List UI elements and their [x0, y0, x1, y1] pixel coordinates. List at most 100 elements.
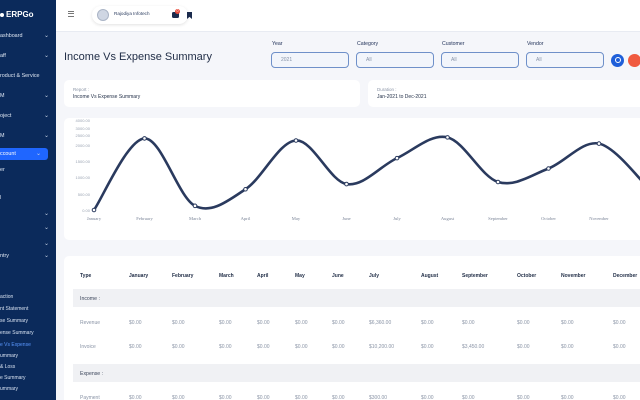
- vendor-select[interactable]: All: [526, 52, 604, 68]
- chevron-down-icon: ⌄: [43, 241, 49, 247]
- sidebar-item-project[interactable]: oject ⌄: [0, 110, 56, 122]
- data-point[interactable]: [445, 135, 450, 140]
- table-header-cell: February: [172, 273, 194, 279]
- topbar: Rajodiya Infotech 0: [56, 0, 640, 32]
- table-cell: $0.00: [257, 395, 270, 400]
- sidebar-item-dashboard[interactable]: ashboard ⌄: [0, 30, 56, 42]
- sidebar-item-product-service[interactable]: roduct & Service: [0, 70, 56, 82]
- table-cell: $6,360.00: [369, 320, 392, 326]
- table-header-cell: May: [295, 273, 305, 279]
- table-header-cell: September: [462, 273, 488, 279]
- data-point[interactable]: [192, 203, 198, 209]
- sidebar-item-hrm[interactable]: M ⌄: [0, 130, 56, 142]
- bookmark-icon[interactable]: [187, 12, 192, 19]
- sidebar-subitem-account-statement[interactable]: nt Statement: [0, 304, 56, 314]
- table-header-cell: January: [129, 273, 149, 279]
- table-cell: $0.00: [172, 344, 185, 350]
- table-cell: $300.00: [369, 395, 388, 400]
- year-select[interactable]: 2021: [271, 52, 349, 68]
- table-header-cell: July: [369, 273, 380, 279]
- sidebar-item-label: oject: [0, 113, 12, 119]
- logo-icon: [0, 12, 4, 17]
- sidebar-subitem-profit-loss[interactable]: & Loss: [0, 362, 56, 372]
- chevron-down-icon: ⌄: [43, 53, 49, 59]
- sidebar-subitem-transaction[interactable]: action: [0, 292, 56, 302]
- table-cell: $0.00: [172, 320, 185, 326]
- data-point[interactable]: [142, 136, 147, 141]
- table-cell: $0.00: [219, 320, 232, 326]
- sidebar-item-account[interactable]: ccount ⌄: [0, 148, 48, 160]
- sidebar-item-label: aff: [0, 53, 6, 59]
- brand-name: ERPGo: [6, 10, 34, 19]
- sidebar-item-label: ashboard: [0, 33, 23, 39]
- data-point[interactable]: [344, 181, 349, 187]
- sidebar-subitem-invoice-summary[interactable]: e Summary: [0, 373, 56, 383]
- table-cell: $0.00: [295, 320, 308, 326]
- page-title: Income Vs Expense Summary: [64, 51, 212, 63]
- table-cell: $0.00: [613, 344, 626, 350]
- chevron-down-icon: ⌄: [43, 211, 49, 217]
- sidebar-item-label: er: [0, 167, 5, 173]
- chart-card: 0.00 500.00 1000.00 1500.00 2000.00 2500.00 30…: [64, 118, 640, 240]
- sidebar-item-label: l: [0, 195, 2, 201]
- y-tick-label: 0.00: [82, 208, 91, 213]
- table-cell: $0.00: [219, 395, 232, 400]
- table-cell: $0.00: [257, 344, 270, 350]
- sidebar-item-label: ccount: [0, 151, 16, 157]
- sidebar-subitem-bill-summary[interactable]: ummary: [0, 384, 56, 394]
- y-tick-label: 500.00: [78, 192, 91, 197]
- data-point[interactable]: [546, 166, 551, 171]
- search-button[interactable]: [611, 54, 624, 67]
- table-cell: $0.00: [517, 320, 530, 326]
- sidebar-subitem-tax-summary[interactable]: ummary: [0, 351, 56, 361]
- sidebar-item-user[interactable]: er: [0, 164, 56, 176]
- category-select[interactable]: All: [356, 52, 434, 68]
- y-tick-label: 1500.00: [76, 159, 91, 164]
- table-cell: $0.00: [517, 344, 530, 350]
- chevron-down-icon: ⌄: [43, 113, 49, 119]
- data-point[interactable]: [394, 155, 400, 161]
- data-point[interactable]: [243, 186, 248, 192]
- sidebar-subitem-income-summary[interactable]: se Summary: [0, 316, 56, 326]
- vendor-filter-label: Vendor: [527, 41, 544, 47]
- sidebar-subitem-expense-summary[interactable]: ense Summary: [0, 328, 56, 338]
- table-cell: $0.00: [295, 344, 308, 350]
- series-line: [92, 135, 640, 211]
- x-tick-label: April: [241, 216, 251, 221]
- data-point[interactable]: [596, 141, 602, 146]
- sidebar-item-11[interactable]: ⌄: [0, 238, 56, 250]
- sidebar-item-8[interactable]: l: [0, 192, 56, 204]
- income-expense-chart: 0.00 500.00 1000.00 1500.00 2000.00 2500.00 30…: [76, 118, 640, 221]
- table-cell: $0.00: [561, 344, 574, 350]
- customer-select[interactable]: All: [441, 52, 519, 68]
- table-cell: $0.00: [172, 395, 185, 400]
- table-cell: $0.00: [219, 344, 232, 350]
- hamburger-menu-icon[interactable]: [68, 11, 74, 17]
- data-point[interactable]: [495, 179, 501, 185]
- x-tick-label: August: [441, 216, 455, 221]
- table-cell: $0.00: [129, 395, 142, 400]
- table-cell: $0.00: [257, 320, 270, 326]
- table-cell: $0.00: [129, 320, 142, 326]
- customer-filter-label: Customer: [442, 41, 465, 47]
- data-point[interactable]: [293, 138, 299, 143]
- table-header-cell: Type: [80, 273, 92, 279]
- sidebar-item-10[interactable]: ⌄: [0, 222, 56, 234]
- table-cell: $0.00: [462, 395, 475, 400]
- table-row-label: Invoice: [80, 344, 96, 350]
- user-name: Rajodiya Infotech: [114, 11, 150, 16]
- table-cell: $3,450.00: [462, 344, 485, 350]
- sidebar-item-entry[interactable]: ntry ⌄: [0, 250, 56, 262]
- sidebar-item-9[interactable]: ⌄: [0, 208, 56, 220]
- data-point[interactable]: [91, 207, 97, 213]
- table-row-label: Revenue: [80, 320, 101, 326]
- sidebar-item-label: roduct & Service: [0, 73, 40, 79]
- sidebar-item-staff[interactable]: aff ⌄: [0, 50, 56, 62]
- x-tick-label: July: [393, 216, 401, 221]
- reset-button[interactable]: [628, 54, 640, 67]
- sidebar-item-crm[interactable]: M ⌄: [0, 90, 56, 102]
- table-header-cell: August: [421, 273, 439, 279]
- brand-logo[interactable]: ERPGo: [0, 10, 34, 19]
- table-header-cell: October: [517, 273, 537, 279]
- sidebar-subitem-income-vs-expense[interactable]: e Vs Expense: [0, 340, 56, 350]
